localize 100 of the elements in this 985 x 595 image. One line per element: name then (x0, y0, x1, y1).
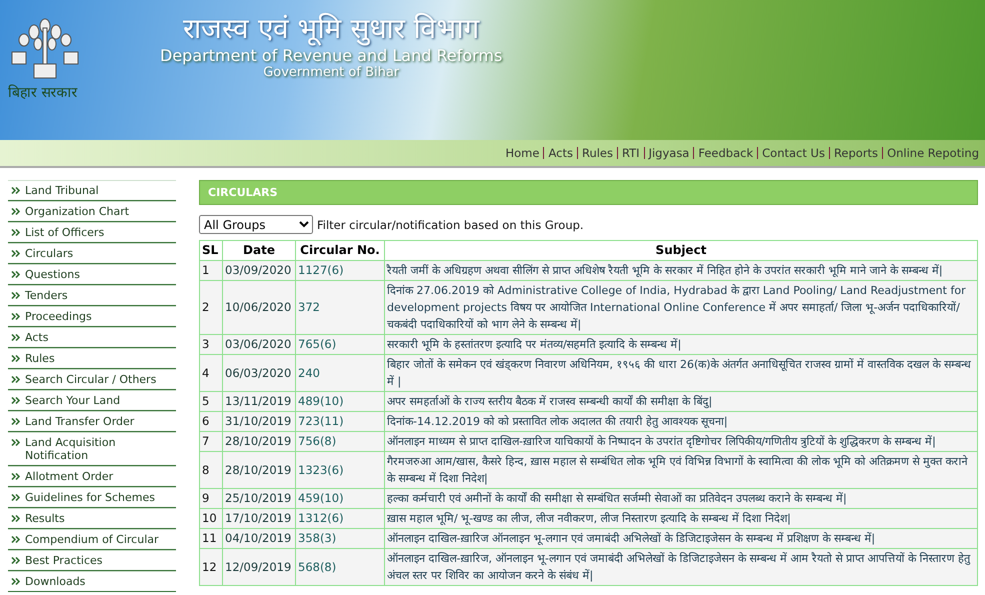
nav-link[interactable]: Feedback (693, 147, 758, 159)
sidebar-link[interactable]: Best Practices (8, 550, 176, 571)
double-chevron-icon (11, 229, 21, 236)
double-chevron-icon (11, 313, 21, 320)
table-cell: 723(11) (296, 412, 384, 432)
table-cell: 568(8) (296, 548, 384, 586)
column-header: Subject (384, 240, 978, 260)
emblem-caption: बिहार सरकार (8, 84, 78, 101)
sidebar-link[interactable]: Allotment Order (8, 466, 176, 487)
sidebar-link[interactable]: Downloads (8, 571, 176, 592)
department-title-hindi: राजस्व एवं भूमि सुधार विभाग (182, 11, 480, 46)
table-cell: 17/10/2019 (222, 508, 296, 528)
sidebar-link[interactable]: Search Circular / Others (8, 369, 176, 390)
table-cell: 1 (200, 260, 222, 280)
sidebar-link[interactable]: Land Acquisition Notification (8, 432, 176, 466)
column-header: Circular No. (296, 240, 384, 260)
sidebar-link[interactable]: Search Your Land (8, 390, 176, 411)
table-cell: 372 (296, 280, 384, 334)
table-cell: 358(3) (296, 528, 384, 548)
department-title: Department of Revenue and Land Reforms (160, 46, 502, 65)
double-chevron-icon (11, 397, 21, 404)
sidebar-link[interactable]: List of Officers (8, 222, 176, 243)
double-chevron-icon (11, 292, 21, 299)
subject-link[interactable]: ख़ास महाल भूमि/ भू-खण्ड का लीज, लीज नवीकरण, लीज निस्तारण इत्यादि के सम्बन्ध में दिशा निदेश| (384, 508, 978, 528)
table-cell: 28/10/2019 (222, 432, 296, 452)
sidebar-link[interactable]: Land Transfer Order (8, 411, 176, 432)
table-cell: 04/10/2019 (222, 528, 296, 548)
table-cell: 5 (200, 392, 222, 412)
table-cell: 7 (200, 432, 222, 452)
table-cell: 1312(6) (296, 508, 384, 528)
table-cell: 1323(6) (296, 452, 384, 488)
nav-link[interactable]: Acts (543, 147, 577, 159)
table-cell: 31/10/2019 (222, 412, 296, 432)
sidebar-link[interactable]: Results (8, 508, 176, 529)
table-cell: 3 (200, 334, 222, 354)
table-cell: 25/10/2019 (222, 488, 296, 508)
sidebar-link[interactable]: Questions (8, 264, 176, 285)
table-cell: 10 (200, 508, 222, 528)
table-cell: 4 (200, 354, 222, 392)
subject-link[interactable]: गैरमजरुआ आम/खास, कैसरे हिन्द, ख़ास महाल से सम्बंधित लोक भूमि एवं विभिन्न विभागों के स्वामित्वा की लोक भूमि को अतिक्रमण से मुक्त कराने के सम्बन्ध में दिशा निदेश| (384, 452, 978, 488)
nav-link[interactable]: Reports (828, 147, 882, 159)
sidebar-link[interactable]: Circulars (8, 243, 176, 264)
nav-link[interactable]: Contact Us (757, 147, 829, 159)
subject-link[interactable]: अपर समहर्ताओं के राज्य स्तरीय बैठक में राजस्व सम्बन्धी कार्यों की समीक्षा के बिंदु| (384, 392, 978, 412)
nav-link[interactable]: RTI (617, 147, 644, 159)
government-subtitle: Government of Bihar (263, 65, 400, 80)
sidebar-link[interactable]: Organization Chart (8, 201, 176, 222)
table-cell: 765(6) (296, 334, 384, 354)
table-cell: 6 (200, 412, 222, 432)
double-chevron-icon (11, 578, 21, 585)
subject-link[interactable]: हल्का कर्मचारी एवं अमीनों के कार्यों की समीक्षा से सम्बंधित सर्जम्मी सेवाओं का प्रतिवेदन उपलब्ध कराने के सम्बन्ध में| (384, 488, 978, 508)
table-cell: 13/11/2019 (222, 392, 296, 412)
table-cell: 459(10) (296, 488, 384, 508)
sidebar-link[interactable]: Acts (8, 327, 176, 348)
subject-link[interactable]: ऑनलाइन दाखिल-ख़ारिज, ऑनलाइन भू-लगान एवं जमाबंदी अभिलेखों के डिजिटाइजेसन के सम्बन्ध में आम रैयतो से प्राप्त आपत्तियों के निस्तारण हेतु अंचल स्तर पर शिविर का आयोजन करने के संबंध में| (384, 548, 978, 586)
table-cell: 03/06/2020 (222, 334, 296, 354)
section-heading: CIRCULARS (199, 180, 978, 205)
table-cell: 240 (296, 354, 384, 392)
table-cell: 9 (200, 488, 222, 508)
table-cell: 06/03/2020 (222, 354, 296, 392)
double-chevron-icon (11, 494, 21, 501)
sidebar-link[interactable]: Rules (8, 348, 176, 369)
sidebar-link[interactable]: Tenders (8, 285, 176, 306)
double-chevron-icon (11, 355, 21, 362)
double-chevron-icon (11, 418, 21, 425)
table-cell: 1127(6) (296, 260, 384, 280)
double-chevron-icon (11, 208, 21, 215)
subject-link[interactable]: ऑनलाइन दाखिल-ख़ारिज ऑनलाइन भू-लगान एवं जमाबंदी अभिलेखों के डिजिटाइजेसन के सम्बन्ध में प्रशिक्षण के सम्बन्ध में| (384, 528, 978, 548)
table-cell: 756(8) (296, 432, 384, 452)
table-cell: 03/09/2020 (222, 260, 296, 280)
subject-link[interactable]: रैयती जमीं के अधिग्रहण अथवा सीलिंग से प्राप्त अधिशेष रैयती भूमि के सरकार में निहित होने के उपरांत सरकारी भूमि माने जाने के सम्बन्ध में| (384, 260, 978, 280)
filter-hint: Filter circular/notification based on this Group. (317, 218, 584, 232)
nav-link[interactable]: Jigyasa (644, 147, 694, 159)
group-dropdown[interactable]: All Groups (199, 215, 313, 234)
double-chevron-icon (11, 187, 21, 194)
subject-link[interactable]: ऑनलाइन माध्यम से प्राप्त दाखिल-ख़ारिज याचिकायों के निष्पादन के उपरांत दृष्टिगोचर लिपिकीय/गणितीय त्रुटियों के शुद्धिकरण के सम्बन्ध में| (384, 432, 978, 452)
table-cell: 12/09/2019 (222, 548, 296, 586)
nav-link[interactable]: Online Repoting (882, 147, 983, 159)
table-cell: 11 (200, 528, 222, 548)
table-cell: 12 (200, 548, 222, 586)
subject-link[interactable]: सरकारी भूमि के हस्तांतरण इत्यादि पर मंतव्य/सहमति इत्यादि के सम्बन्ध में| (384, 334, 978, 354)
double-chevron-icon (11, 376, 21, 383)
nav-link[interactable]: Home (502, 147, 544, 159)
double-chevron-icon (11, 536, 21, 543)
sidebar-link[interactable]: Land Tribunal (8, 180, 176, 201)
table-cell: 8 (200, 452, 222, 488)
subject-link[interactable]: दिनांक-14.12.2019 को को प्रस्तावित लोक अदालत की तयारी हेतु आवश्यक सूचना| (384, 412, 978, 432)
sidebar-link[interactable]: Compendium of Circular (8, 529, 176, 550)
double-chevron-icon (11, 334, 21, 341)
emblem-drawing (10, 18, 80, 80)
column-header: SL (200, 240, 222, 260)
double-chevron-icon (11, 557, 21, 564)
subject-link[interactable]: बिहार जोतों के समेकन एवं खंड्करण निवारण अधिनियम, १९५६ की धारा 26(क)के अंतर्गत अनाधिसूचित राजस्व ग्रामों में वास्तविक दखल के सम्बन्ध में | (384, 354, 978, 392)
nav-link[interactable]: Rules (576, 147, 617, 159)
table-cell: 10/06/2020 (222, 280, 296, 334)
double-chevron-icon (11, 271, 21, 278)
sidebar-link[interactable]: Guidelines for Schemes (8, 487, 176, 508)
subject-link[interactable]: दिनांक 27.06.2019 को Administrative College of India, Hydrabad के द्वारा Land Pooling/ Land Readjustment for development projects विषय पर आयोजित International Online Conference में अपर समाहर्ता/ जिला भू-अर्जन पदाधिकारियों/चकबंदी पदाधिकारियों को भाग लेने के सम्बन्ध में| (384, 280, 978, 334)
double-chevron-icon (11, 439, 21, 446)
sidebar-link[interactable]: Proceedings (8, 306, 176, 327)
